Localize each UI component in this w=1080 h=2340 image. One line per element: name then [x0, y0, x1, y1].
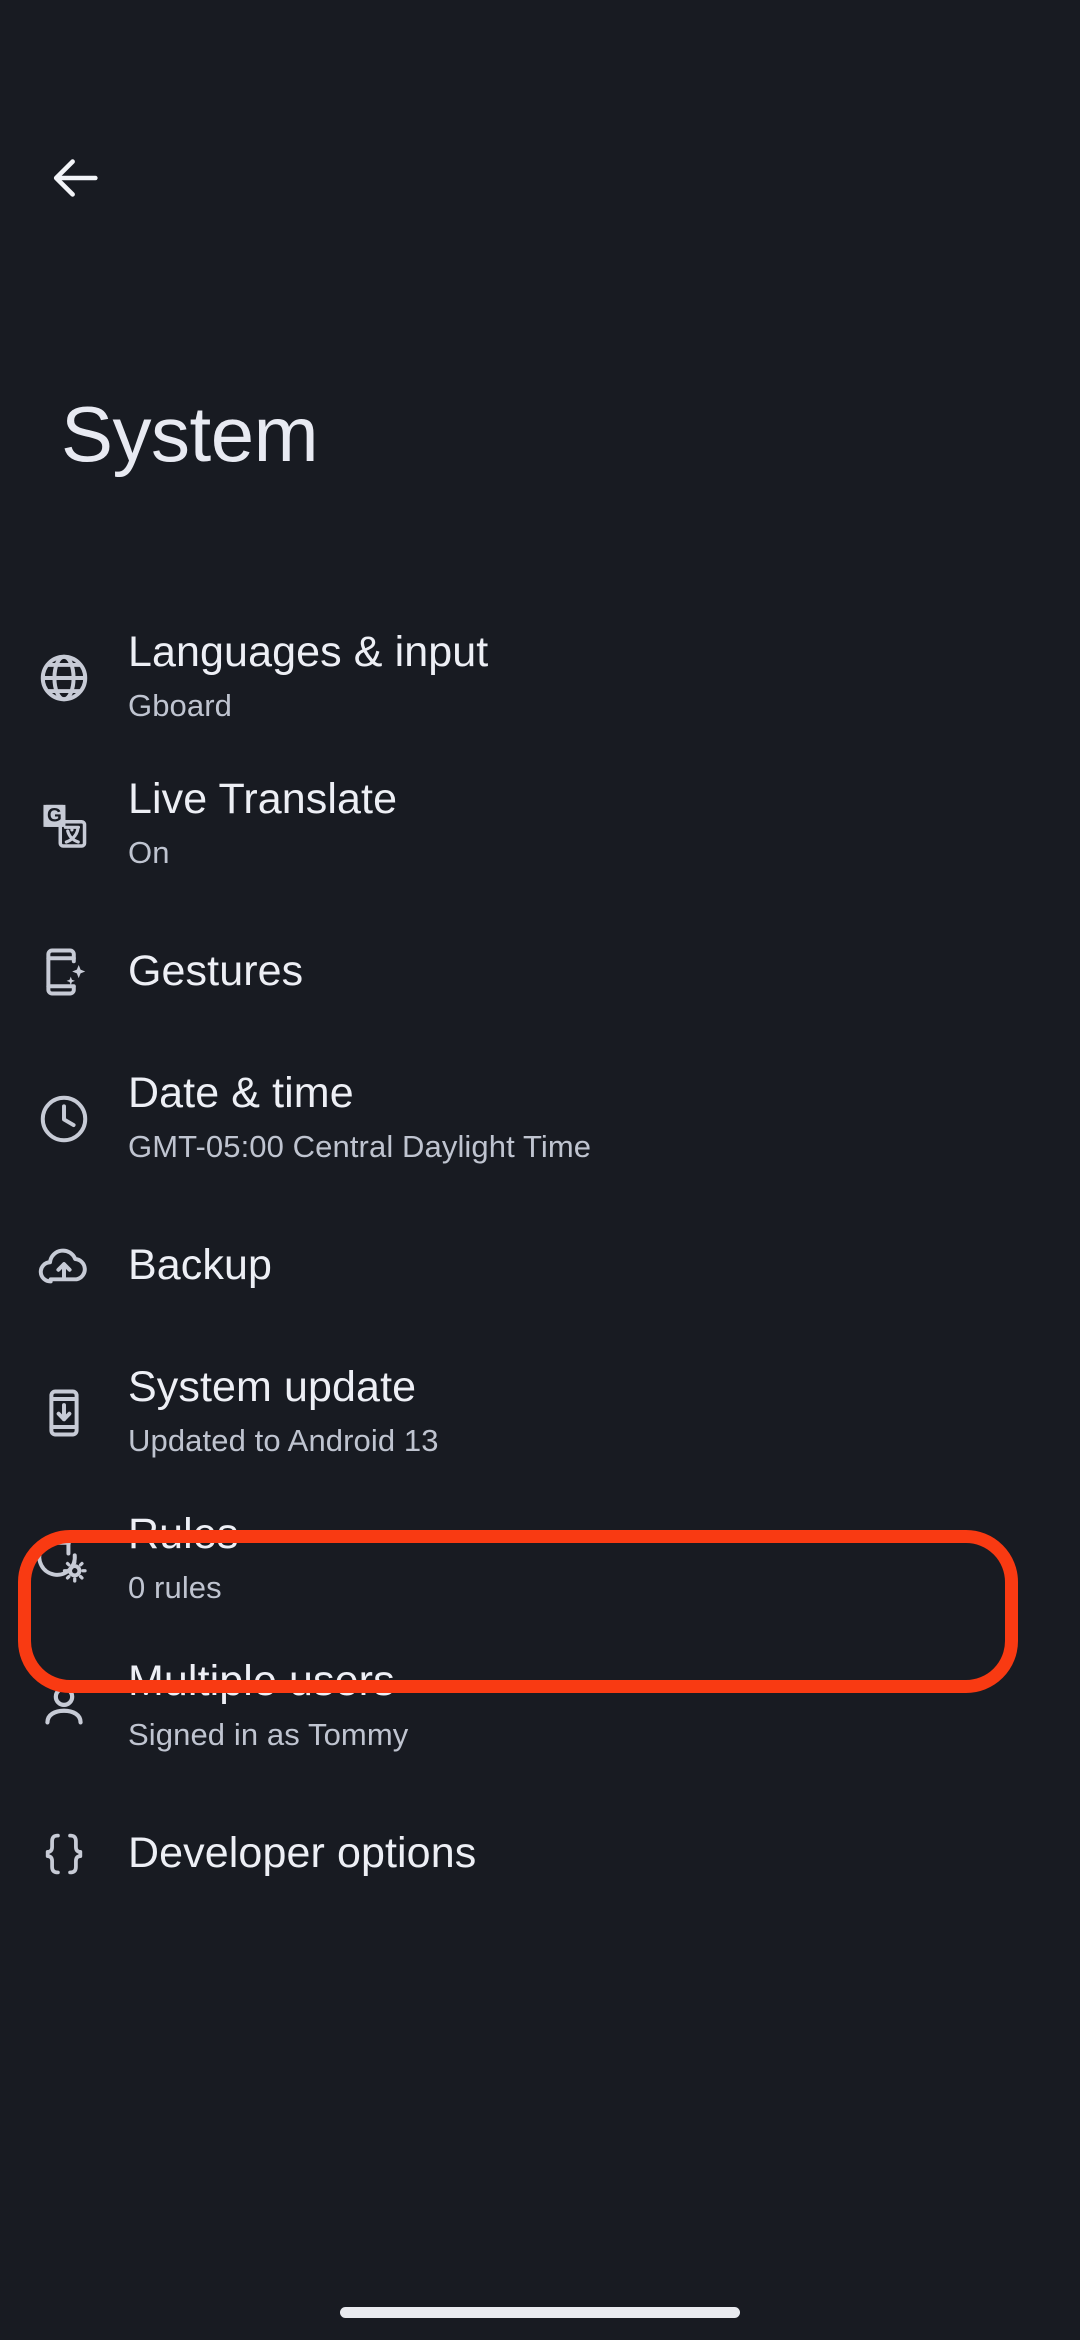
list-item-subtitle: Updated to Android 13: [128, 1423, 439, 1459]
list-item-title: Date & time: [128, 1069, 354, 1118]
list-item-title: Multiple users: [128, 1657, 395, 1706]
home-gesture-bar[interactable]: [340, 2307, 740, 2318]
list-item-live-translate[interactable]: G Live Translate On: [0, 751, 1080, 898]
list-item-title: Backup: [128, 1240, 273, 1289]
top-app-bar: [0, 0, 1080, 260]
list-item-multiple-users[interactable]: Multiple users Signed in as Tommy: [0, 1633, 1080, 1780]
list-item-subtitle: GMT-05:00 Central Daylight Time: [128, 1129, 592, 1165]
list-item-title: Live Translate: [128, 775, 398, 824]
list-item-subtitle: On: [128, 835, 170, 871]
list-item-title: Rules: [128, 1510, 239, 1559]
list-item-text: Gestures: [66, 947, 1040, 997]
list-item-subtitle: Signed in as Tommy: [128, 1717, 409, 1753]
list-item-subtitle: 0 rules: [128, 1570, 222, 1606]
list-item-title: System update: [128, 1363, 417, 1412]
list-item-developer-options[interactable]: Developer options: [0, 1780, 1080, 1927]
list-item-text: Developer options: [66, 1829, 1040, 1879]
list-item-backup[interactable]: Backup: [0, 1192, 1080, 1339]
list-item-title: Gestures: [128, 946, 304, 995]
page-title: System: [61, 390, 319, 478]
arrow-left-icon: [47, 149, 105, 207]
system-settings-screen: System Languages & input Gboard G Live T…: [0, 0, 1080, 2340]
list-item-gestures[interactable]: Gestures: [0, 898, 1080, 1045]
list-item-system-update[interactable]: System update Updated to Android 13: [0, 1339, 1080, 1486]
list-item-text: Multiple users Signed in as Tommy: [66, 1657, 1040, 1755]
back-button[interactable]: [38, 140, 114, 216]
list-item-date-and-time[interactable]: Date & time GMT-05:00 Central Daylight T…: [0, 1045, 1080, 1192]
list-item-text: Backup: [66, 1241, 1040, 1291]
list-item-subtitle: Gboard: [128, 688, 232, 724]
list-item-text: Live Translate On: [66, 775, 1040, 873]
list-item-text: Rules 0 rules: [66, 1510, 1040, 1608]
list-item-title: Developer options: [128, 1828, 477, 1877]
list-item-title: Languages & input: [128, 628, 489, 677]
list-item-languages-and-input[interactable]: Languages & input Gboard: [0, 604, 1080, 751]
list-item-text: Date & time GMT-05:00 Central Daylight T…: [66, 1069, 1040, 1167]
list-item-rules[interactable]: Rules 0 rules: [0, 1486, 1080, 1633]
settings-list: Languages & input Gboard G Live Translat…: [0, 604, 1080, 1927]
list-item-text: Languages & input Gboard: [66, 628, 1040, 726]
list-item-text: System update Updated to Android 13: [66, 1363, 1040, 1461]
